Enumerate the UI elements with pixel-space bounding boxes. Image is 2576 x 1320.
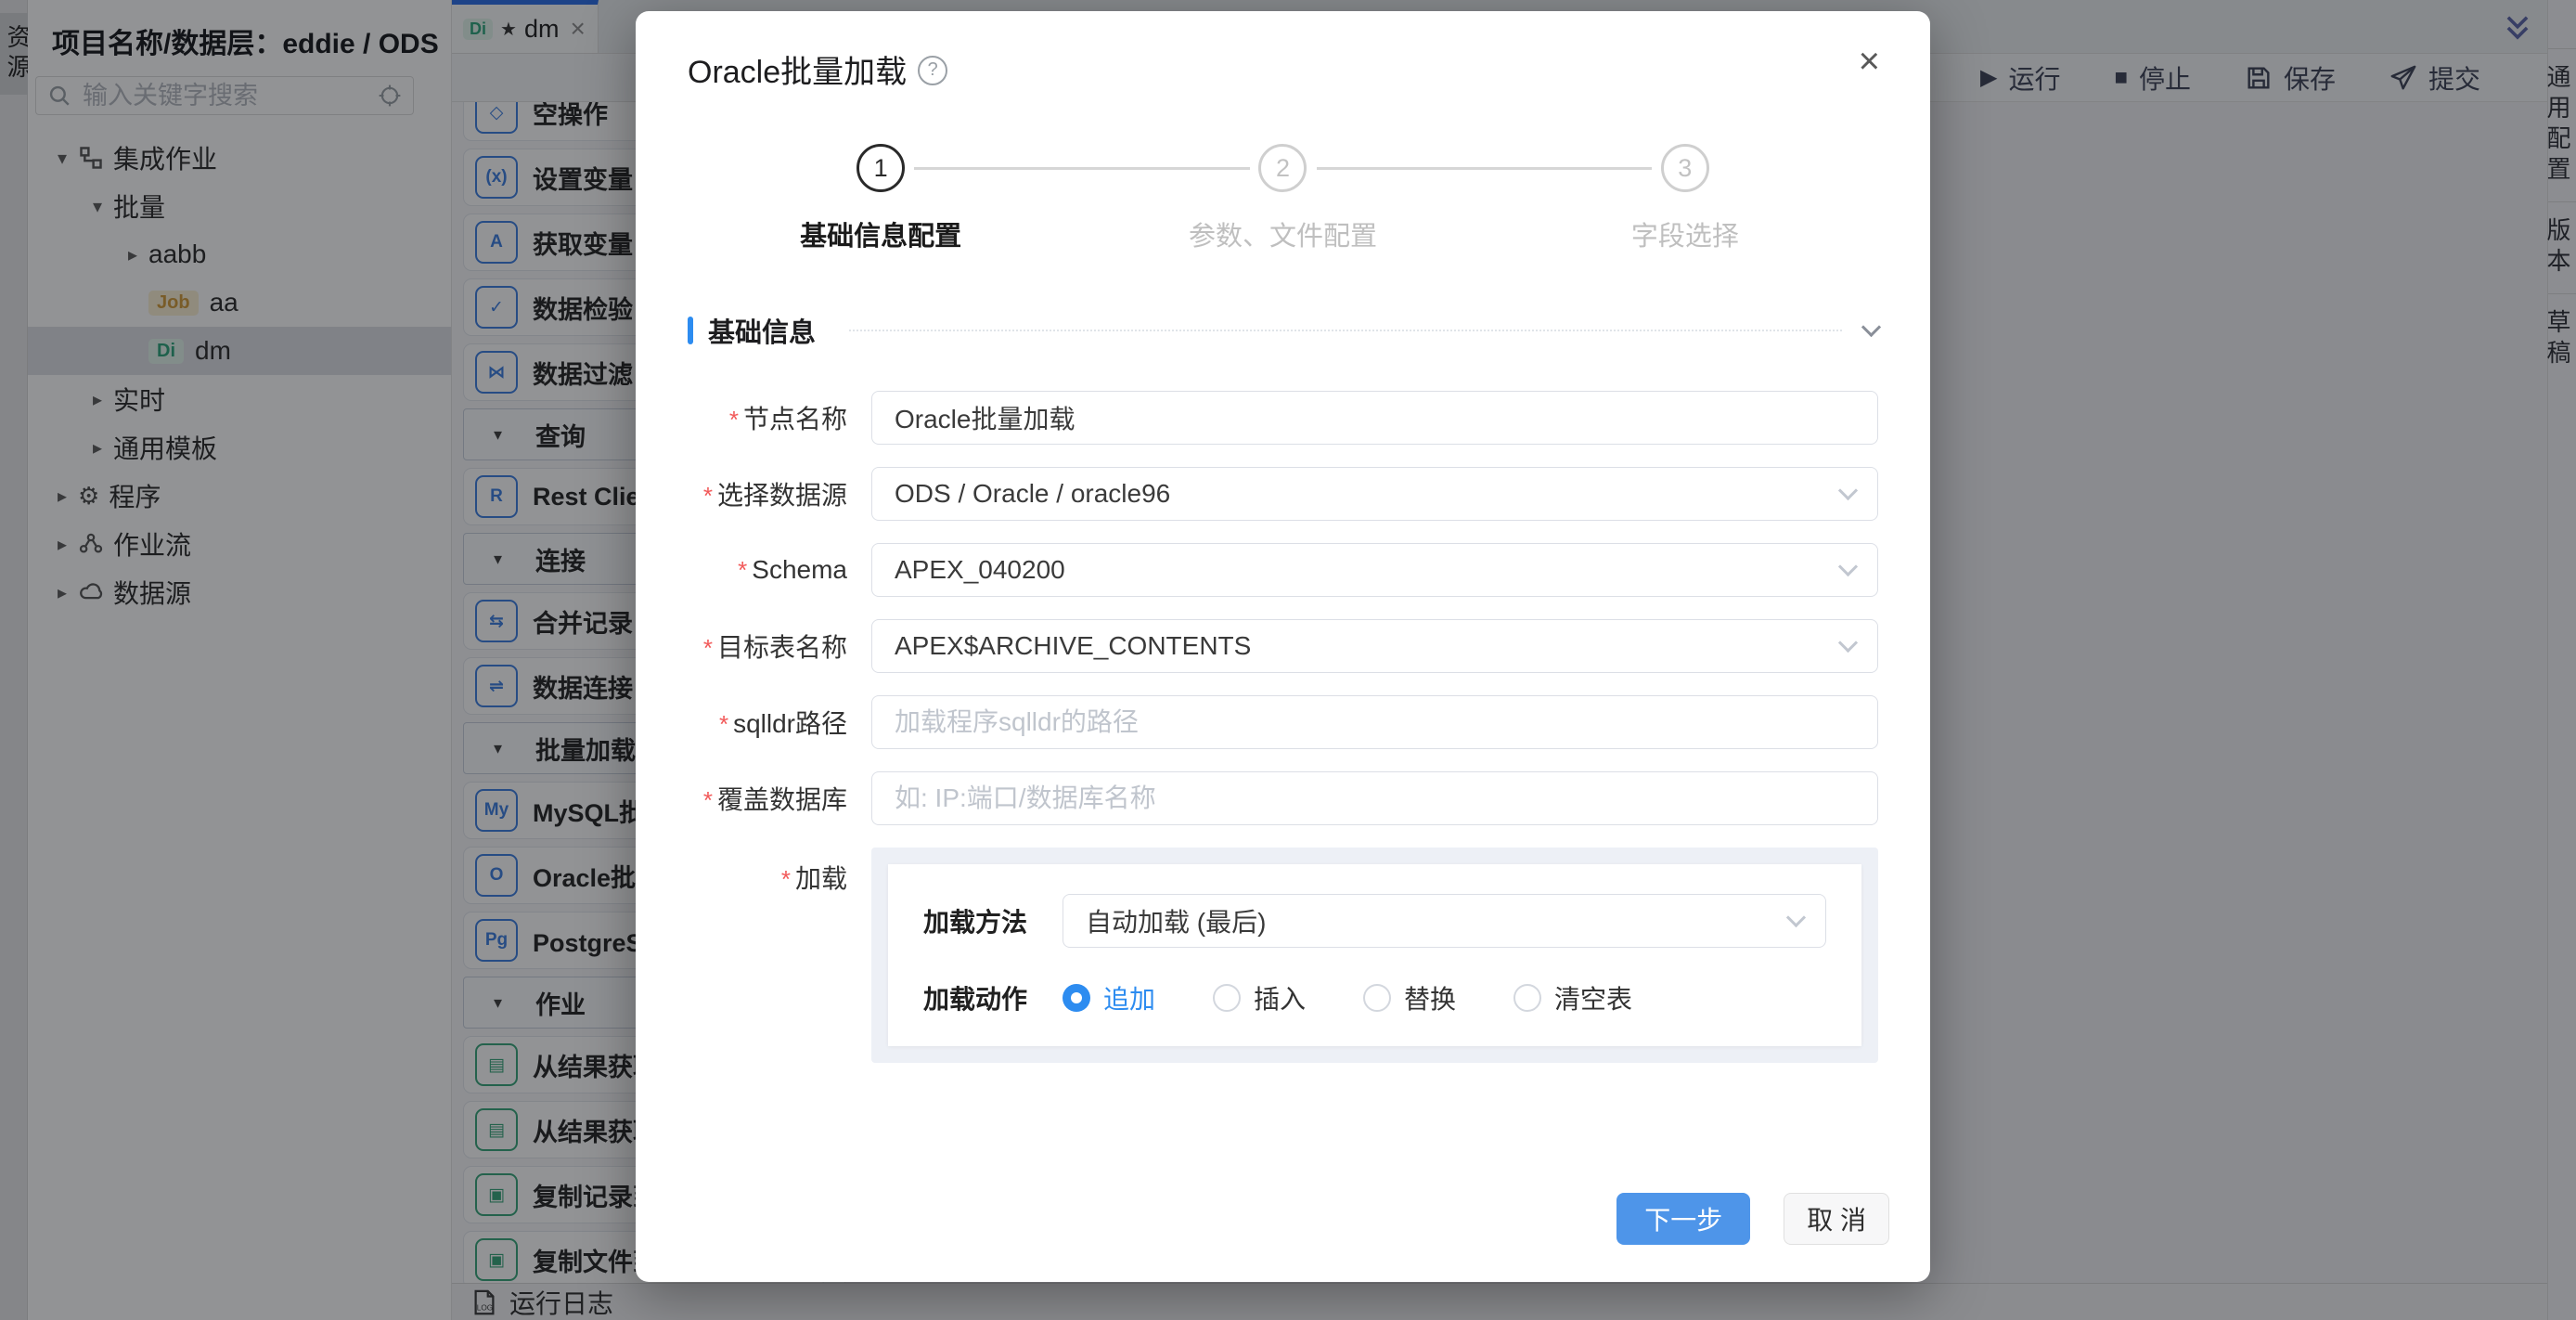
load-method-select[interactable]: 自动加载 (最后) bbox=[1063, 894, 1826, 948]
form-row-target-table: *目标表名称 APEX$ARCHIVE_CONTENTS bbox=[688, 619, 1878, 673]
form-row-sqlldr-path: *sqlldr路径 bbox=[688, 695, 1878, 749]
load-action-radio-group: 追加 插入 替换 清空表 bbox=[1063, 979, 1632, 1016]
form-row-datasource: *选择数据源 ODS / Oracle / oracle96 bbox=[688, 467, 1878, 521]
app-screen: 资源 项目名称/数据层：eddie / ODS ▾集成作业▾批量▸aabbJob… bbox=[0, 0, 2576, 1320]
sqlldr-path-input[interactable] bbox=[871, 695, 1878, 749]
select-value: APEX_040200 bbox=[895, 555, 1065, 585]
chevron-down-icon bbox=[1786, 907, 1806, 926]
step-number: 2 bbox=[1258, 144, 1307, 192]
schema-select[interactable]: APEX_040200 bbox=[871, 543, 1878, 597]
dialog-header: Oracle批量加载 ? × bbox=[636, 11, 1930, 92]
form-row-override-db: *覆盖数据库 bbox=[688, 771, 1878, 825]
chevron-down-icon bbox=[1838, 556, 1858, 576]
step-number: 1 bbox=[857, 144, 905, 192]
step-label: 参数、文件配置 bbox=[1189, 214, 1377, 253]
load-action-row: 加载动作 追加 插入 替换 清空表 bbox=[923, 979, 1826, 1016]
select-value: ODS / Oracle / oracle96 bbox=[895, 479, 1170, 509]
section-title: 基础信息 bbox=[708, 311, 816, 350]
close-dialog-icon[interactable]: × bbox=[1859, 43, 1880, 80]
required-asterisk: * bbox=[703, 482, 713, 510]
chevron-down-icon bbox=[1838, 480, 1858, 499]
required-asterisk: * bbox=[781, 865, 791, 893]
target-table-select[interactable]: APEX$ARCHIVE_CONTENTS bbox=[871, 619, 1878, 673]
dialog-footer: 下一步 取 消 bbox=[636, 1193, 1930, 1282]
radio-label: 清空表 bbox=[1554, 979, 1632, 1016]
form-row-load: *加载 加载方法 自动加载 (最后) 加载动作 bbox=[688, 848, 1878, 1063]
load-method-label: 加载方法 bbox=[923, 902, 1063, 939]
wizard-step-1[interactable]: 1 基础信息配置 bbox=[680, 144, 1082, 253]
section-divider bbox=[849, 330, 1842, 331]
section-accent-bar bbox=[688, 317, 693, 344]
load-action-radio-3[interactable]: 清空表 bbox=[1513, 979, 1632, 1016]
required-asterisk: * bbox=[738, 556, 747, 584]
required-asterisk: * bbox=[729, 406, 739, 434]
help-icon[interactable]: ? bbox=[918, 56, 947, 85]
basic-info-section-header: 基础信息 bbox=[688, 311, 1878, 350]
radio-label: 插入 bbox=[1254, 979, 1306, 1016]
dialog-title: Oracle批量加载 bbox=[688, 46, 907, 92]
load-config-panel: 加载方法 自动加载 (最后) 加载动作 追加 插入 替换 清空表 bbox=[871, 848, 1878, 1063]
radio-dot-icon bbox=[1063, 984, 1090, 1012]
cancel-button[interactable]: 取 消 bbox=[1784, 1193, 1889, 1245]
wizard-stepper: 1 基础信息配置 2 参数、文件配置 3 字段选择 bbox=[680, 144, 1887, 253]
load-config-card: 加载方法 自动加载 (最后) 加载动作 追加 插入 替换 清空表 bbox=[888, 864, 1861, 1046]
step-connector-line bbox=[914, 167, 1249, 170]
load-action-radio-0[interactable]: 追加 bbox=[1063, 979, 1155, 1016]
radio-dot-icon bbox=[1363, 984, 1391, 1012]
step-label: 基础信息配置 bbox=[800, 214, 961, 253]
load-action-radio-2[interactable]: 替换 bbox=[1363, 979, 1456, 1016]
form-row-node-name: *节点名称 bbox=[688, 391, 1878, 445]
load-action-radio-1[interactable]: 插入 bbox=[1213, 979, 1306, 1016]
form-row-schema: *Schema APEX_040200 bbox=[688, 543, 1878, 597]
radio-label: 追加 bbox=[1103, 979, 1155, 1016]
oracle-bulk-load-dialog: Oracle批量加载 ? × 1 基础信息配置 2 参数、文件配置 3 字段选择 基础信息… bbox=[636, 11, 1930, 1282]
step-number: 3 bbox=[1661, 144, 1709, 192]
load-method-row: 加载方法 自动加载 (最后) bbox=[923, 894, 1826, 948]
load-action-label: 加载动作 bbox=[923, 979, 1063, 1016]
radio-dot-icon bbox=[1213, 984, 1241, 1012]
node-name-input[interactable] bbox=[871, 391, 1878, 445]
select-value: 自动加载 (最后) bbox=[1086, 902, 1266, 939]
field-label: *选择数据源 bbox=[688, 475, 847, 512]
field-label: *Schema bbox=[688, 555, 847, 585]
step-label: 字段选择 bbox=[1631, 214, 1739, 253]
wizard-step-3[interactable]: 3 字段选择 bbox=[1484, 144, 1886, 253]
field-label: *sqlldr路径 bbox=[688, 704, 847, 741]
radio-label: 替换 bbox=[1404, 979, 1456, 1016]
step-connector-line bbox=[1317, 167, 1652, 170]
field-label: *加载 bbox=[688, 848, 847, 896]
chevron-down-icon bbox=[1838, 632, 1858, 652]
field-label: *目标表名称 bbox=[688, 628, 847, 665]
dialog-body: 基础信息 *节点名称 *选择数据源 ODS / Oracle / oracle9… bbox=[636, 253, 1930, 1193]
required-asterisk: * bbox=[719, 710, 728, 738]
override-db-input[interactable] bbox=[871, 771, 1878, 825]
next-step-button[interactable]: 下一步 bbox=[1616, 1193, 1750, 1245]
wizard-step-2[interactable]: 2 参数、文件配置 bbox=[1082, 144, 1484, 253]
required-asterisk: * bbox=[703, 786, 713, 814]
field-label: *覆盖数据库 bbox=[688, 780, 847, 817]
datasource-select[interactable]: ODS / Oracle / oracle96 bbox=[871, 467, 1878, 521]
radio-dot-icon bbox=[1513, 984, 1541, 1012]
chevron-down-icon[interactable] bbox=[1861, 317, 1881, 336]
required-asterisk: * bbox=[703, 634, 713, 662]
field-label: *节点名称 bbox=[688, 399, 847, 436]
select-value: APEX$ARCHIVE_CONTENTS bbox=[895, 631, 1251, 661]
basic-info-form: *节点名称 *选择数据源 ODS / Oracle / oracle96 *Sc… bbox=[688, 391, 1878, 1063]
